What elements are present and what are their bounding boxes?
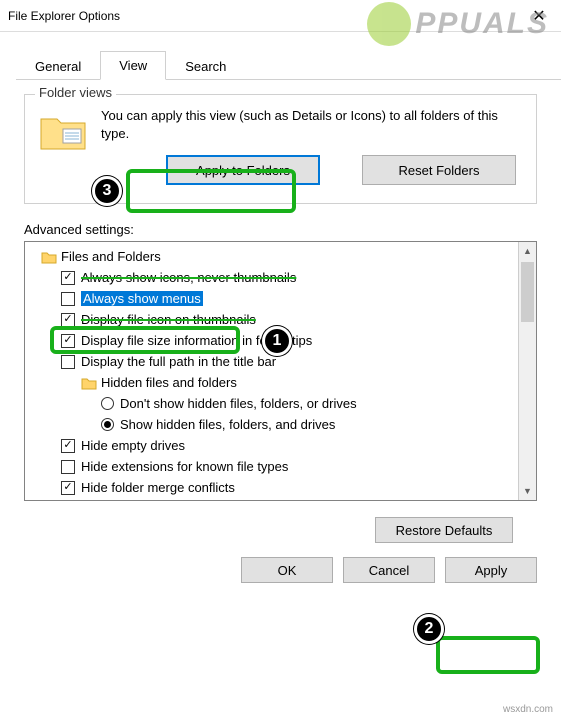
cancel-button[interactable]: Cancel [343, 557, 435, 583]
folder-small-icon [41, 249, 57, 265]
checkbox[interactable] [61, 439, 75, 453]
tree-group-hidden: Hidden files and folders [31, 372, 518, 393]
tree-radio-item[interactable]: Don't show hidden files, folders, or dri… [31, 393, 518, 414]
tree-item[interactable]: Hide protected operating system files (R… [31, 498, 518, 500]
advanced-settings-label: Advanced settings: [24, 222, 537, 237]
checkbox[interactable] [61, 355, 75, 369]
tree-item[interactable]: Always show icons, never thumbnails [31, 267, 518, 288]
credit-text: wsxdn.com [503, 704, 553, 715]
tree-radio-item[interactable]: Show hidden files, folders, and drives [31, 414, 518, 435]
badge-2-icon: 2 [414, 614, 444, 644]
badge-1-icon: 1 [262, 326, 292, 356]
checkbox[interactable] [61, 271, 75, 285]
folder-small-icon [81, 375, 97, 391]
scroll-down-button[interactable]: ▼ [519, 482, 536, 500]
tree-item-always-show-menus[interactable]: Always show menus [31, 288, 518, 309]
badge-3-icon: 3 [92, 176, 122, 206]
watermark: PPUALS [367, 2, 549, 46]
highlight-apply [436, 636, 540, 674]
tree-item[interactable]: Hide folder merge conflicts [31, 477, 518, 498]
scrollbar[interactable]: ▲ ▼ [518, 242, 536, 500]
checkbox[interactable] [61, 460, 75, 474]
scroll-thumb[interactable] [521, 262, 534, 322]
tree-content: Files and Folders Always show icons, nev… [25, 242, 518, 500]
radio[interactable] [101, 397, 114, 410]
folder-views-text: You can apply this view (such as Details… [101, 107, 522, 143]
advanced-settings-tree: Files and Folders Always show icons, nev… [24, 241, 537, 501]
scroll-track[interactable] [519, 260, 536, 482]
tree-item[interactable]: Hide empty drives [31, 435, 518, 456]
scroll-up-button[interactable]: ▲ [519, 242, 536, 260]
checkbox[interactable] [61, 313, 75, 327]
content-area: Folder views You can apply this view (su… [0, 80, 561, 543]
radio[interactable] [101, 418, 114, 431]
tab-general[interactable]: General [16, 52, 100, 80]
folder-views-legend: Folder views [35, 85, 116, 100]
checkbox[interactable] [61, 334, 75, 348]
reset-folders-button[interactable]: Reset Folders [362, 155, 516, 185]
checkbox[interactable] [61, 481, 75, 495]
tree-root: Files and Folders [31, 246, 518, 267]
tab-bar: General View Search [16, 50, 561, 80]
checkbox[interactable] [61, 292, 75, 306]
restore-defaults-button[interactable]: Restore Defaults [375, 517, 513, 543]
tab-view[interactable]: View [100, 51, 166, 80]
ok-button[interactable]: OK [241, 557, 333, 583]
tree-item[interactable]: Hide extensions for known file types [31, 456, 518, 477]
apply-to-folders-button[interactable]: Apply to Folders [166, 155, 320, 185]
footer-buttons: OK Cancel Apply [0, 543, 561, 583]
watermark-icon [367, 2, 411, 46]
apply-button[interactable]: Apply [445, 557, 537, 583]
tab-search[interactable]: Search [166, 52, 245, 80]
folder-icon [39, 109, 87, 153]
